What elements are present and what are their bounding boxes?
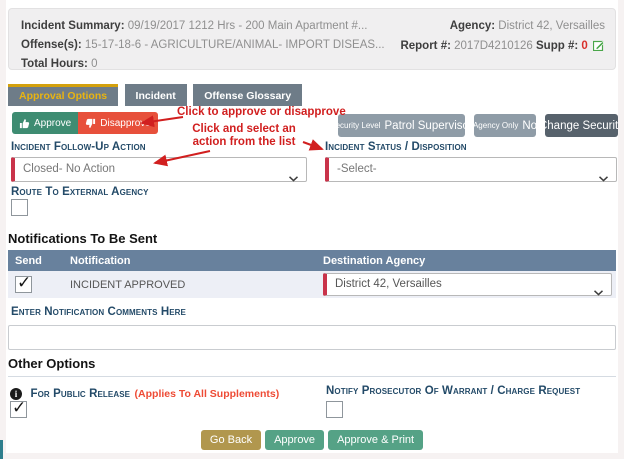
notifications-table: Send Notification Destination Agency INC… [8, 250, 616, 298]
go-back-button[interactable]: Go Back [201, 430, 261, 450]
column-header-send: Send [8, 255, 63, 267]
incident-summary-label: Incident Summary: [21, 20, 125, 32]
other-options-section-title: Other Options [8, 356, 95, 371]
offenses-value: 15-17-18-6 - AGRICULTURE/ANIMAL- IMPORT … [85, 39, 385, 51]
change-security-button[interactable]: Change Security [545, 114, 618, 137]
approve-button-label: Approve [34, 118, 71, 129]
agency-value: District 42, Versailles [498, 20, 605, 32]
public-release-row: For Public Release (Applies To All Suppl… [10, 384, 279, 402]
section-divider [8, 376, 616, 377]
offenses-label: Offense(s): [21, 39, 82, 51]
page-bottom-margin [0, 453, 624, 459]
page-right-margin [618, 0, 624, 459]
agency-only-button[interactable]: Agency Only No [474, 114, 536, 137]
security-level-label: Security Level [330, 121, 380, 130]
window-edge-fragment [0, 440, 3, 459]
column-header-notification: Notification [63, 255, 318, 267]
thumbs-down-icon [85, 118, 96, 129]
disapprove-button[interactable]: Disapprove [78, 112, 158, 134]
column-header-destination-agency: Destination Agency [318, 255, 616, 267]
send-notification-checkbox[interactable] [15, 276, 32, 293]
supp-number-value: 0 [581, 40, 587, 52]
incident-status-label: Incident Status / Disposition [325, 141, 467, 153]
annotation-select-note-line1: Click and select an [192, 123, 296, 135]
chevron-down-icon [599, 168, 608, 191]
supp-number-label: Supp #: [536, 40, 578, 52]
annotation-select-note-line2: action from the list [193, 136, 296, 148]
approve-button-group: Approve Disapprove [12, 112, 158, 134]
annotation-approve-note: Click to approve or disapprove [177, 106, 346, 118]
tab-offense-glossary[interactable]: Offense Glossary [193, 84, 302, 106]
report-number-value: 2017D4210126 [454, 40, 533, 52]
notification-name-cell: INCIDENT APPROVED [63, 279, 318, 291]
follow-up-action-value: Closed- No Action [23, 163, 115, 175]
approve-and-print-button[interactable]: Approve & Print [328, 430, 423, 450]
notify-prosecutor-label: Notify Prosecutor Of Warrant / Charge Re… [326, 385, 580, 397]
public-release-checkbox[interactable] [10, 401, 27, 418]
total-hours-label: Total Hours: [21, 58, 88, 70]
report-line: Report #: 2017D4210126 Supp #: 0 [400, 39, 605, 54]
security-level-button[interactable]: Security Level Patrol Supervisor [338, 114, 465, 137]
page-left-margin [0, 0, 6, 459]
approve-footer-button[interactable]: Approve [265, 430, 324, 450]
incident-summary-line: Incident Summary: 09/19/2017 1212 Hrs - … [21, 20, 367, 32]
approve-button[interactable]: Approve [12, 112, 78, 134]
incident-status-select[interactable]: -Select- [325, 157, 617, 182]
destination-agency-value: District 42, Versailles [335, 278, 442, 290]
destination-agency-select[interactable]: District 42, Versailles [323, 273, 612, 296]
report-number-label: Report #: [400, 40, 450, 52]
agency-only-label: Agency Only [473, 121, 518, 130]
agency-label: Agency: [450, 20, 495, 32]
incident-summary-panel: Incident Summary: 09/19/2017 1212 Hrs - … [8, 8, 616, 70]
change-security-label: Change Security [539, 120, 624, 132]
thumbs-up-icon [19, 118, 30, 129]
notification-comments-input[interactable] [8, 325, 616, 350]
edit-pencil-icon[interactable] [593, 39, 605, 54]
total-hours-line: Total Hours: 0 [21, 58, 97, 70]
tab-bar: Approval Options Incident Offense Glossa… [8, 84, 304, 107]
chevron-down-icon [289, 168, 298, 191]
public-release-note: (Applies To All Supplements) [135, 388, 280, 400]
chevron-down-icon [594, 283, 603, 304]
security-level-value: Patrol Supervisor [385, 120, 473, 132]
annotation-select-note: Click and select an action from the list [186, 123, 302, 149]
route-external-agency-label: Route To External Agency [11, 186, 149, 198]
disapprove-button-label: Disapprove [100, 118, 151, 129]
public-release-label: For Public Release [30, 388, 130, 400]
follow-up-action-label: Incident Follow-Up Action [11, 141, 146, 153]
tab-approval-options[interactable]: Approval Options [8, 84, 118, 106]
notification-comments-label: Enter Notification Comments Here [11, 306, 186, 318]
offenses-line: Offense(s): 15-17-18-6 - AGRICULTURE/ANI… [21, 39, 385, 51]
route-external-agency-checkbox[interactable] [11, 199, 28, 216]
notification-table-row: INCIDENT APPROVED District 42, Versaille… [8, 271, 616, 298]
follow-up-action-select[interactable]: Closed- No Action [11, 157, 307, 182]
agency-line: Agency: District 42, Versailles [450, 20, 605, 32]
footer-button-bar: Go Back Approve Approve & Print [0, 430, 624, 450]
incident-summary-value: 09/19/2017 1212 Hrs - 200 Main Apartment… [128, 20, 368, 32]
notifications-section-title: Notifications To Be Sent [8, 231, 157, 246]
notifications-table-header: Send Notification Destination Agency [8, 250, 616, 271]
total-hours-value: 0 [91, 58, 97, 70]
agency-only-value: No [522, 120, 537, 132]
incident-status-value: -Select- [337, 163, 377, 175]
notify-prosecutor-checkbox[interactable] [326, 401, 343, 418]
tab-incident[interactable]: Incident [125, 84, 187, 106]
